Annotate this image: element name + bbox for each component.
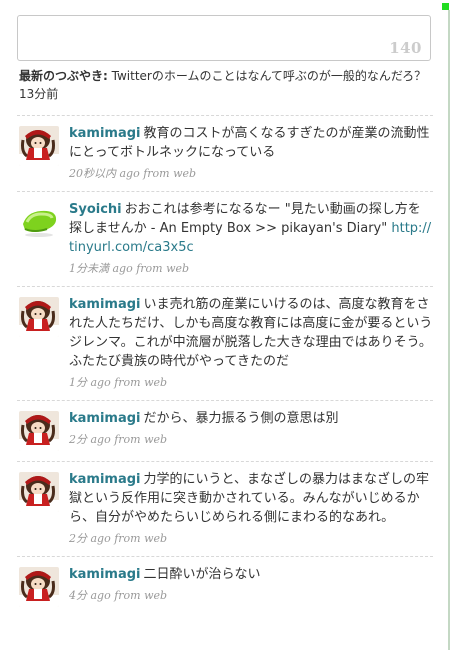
tweet-source: from web xyxy=(143,167,197,180)
tweet-item: kamimagi だから、暴力振るう側の意思は別 2分 ago from web xyxy=(17,400,433,461)
user-avatar-doll[interactable] xyxy=(19,411,59,451)
tweet-body: kamimagi 教育のコストが高くなるすぎたのが産業の流動性にとってボトルネック… xyxy=(69,124,433,162)
latest-status-time[interactable]: 13分前 xyxy=(19,87,58,101)
tweet-input[interactable]: 140 xyxy=(17,15,431,61)
tweet-body: kamimagi だから、暴力振るう側の意思は別 xyxy=(69,409,433,428)
user-avatar-green[interactable] xyxy=(19,202,59,242)
tweet-text: だから、暴力振るう側の意思は別 xyxy=(143,411,339,426)
tweet-source: from web xyxy=(114,532,168,545)
tweet-source: from web xyxy=(114,433,168,446)
screen-name-link[interactable]: Syoichi xyxy=(69,202,122,217)
latest-status-text: Twitterのホームのことはなんて呼ぶのが一般的なんだろ？ xyxy=(111,69,427,83)
tweet-body: kamimagi 二日酔いが治らない xyxy=(69,565,433,584)
screen-name-link[interactable]: kamimagi xyxy=(69,411,141,426)
status-marker xyxy=(442,3,449,10)
tweet-meta: 2分 ago from web xyxy=(69,431,433,447)
user-avatar-doll[interactable] xyxy=(19,567,59,607)
screen-name-link[interactable]: kamimagi xyxy=(69,472,141,487)
tweet-meta: 1分 ago from web xyxy=(69,374,433,390)
screen-name-link[interactable]: kamimagi xyxy=(69,297,141,312)
user-avatar-doll[interactable] xyxy=(19,297,59,337)
screen-name-link[interactable]: kamimagi xyxy=(69,567,141,582)
character-counter: 140 xyxy=(389,39,422,57)
latest-status: 最新のつぶやき: Twitterのホームのことはなんて呼ぶのが一般的なんだろ？ … xyxy=(19,67,431,103)
tweet-source: from web xyxy=(114,589,168,602)
tweet-meta: 2分 ago from web xyxy=(69,530,433,546)
tweet-timestamp[interactable]: 4分 ago xyxy=(69,589,111,602)
latest-status-label: 最新のつぶやき: xyxy=(19,69,108,83)
tweet-timestamp[interactable]: 1分未満 ago xyxy=(69,262,133,275)
tweet-timestamp[interactable]: 2分 ago xyxy=(69,532,111,545)
tweet-item: kamimagi 力学的にいうと、まなざしの暴力はまなざしの牢獄という反作用に突き… xyxy=(17,461,433,556)
timeline: kamimagi 教育のコストが高くなるすぎたのが産業の流動性にとってボトルネック… xyxy=(17,115,433,617)
tweet-item: Syoichi おおこれは参考になるなー "見たい動画の探し方を探しませんか - … xyxy=(17,191,433,286)
tweet-timestamp[interactable]: 20秒以内 ago xyxy=(69,167,140,180)
tweet-meta: 20秒以内 ago from web xyxy=(69,165,433,181)
tweet-source: from web xyxy=(136,262,190,275)
scrollbar-track[interactable] xyxy=(448,10,450,650)
tweet-body: Syoichi おおこれは参考になるなー "見たい動画の探し方を探しませんか - … xyxy=(69,200,433,257)
user-avatar-doll[interactable] xyxy=(19,126,59,166)
tweet-meta: 4分 ago from web xyxy=(69,587,433,603)
user-avatar-doll[interactable] xyxy=(19,472,59,512)
tweet-body: kamimagi 力学的にいうと、まなざしの暴力はまなざしの牢獄という反作用に突き… xyxy=(69,470,433,527)
tweet-item: kamimagi 二日酔いが治らない 4分 ago from web xyxy=(17,556,433,617)
tweet-source: from web xyxy=(114,376,168,389)
tweet-meta: 1分未満 ago from web xyxy=(69,260,433,276)
tweet-timestamp[interactable]: 2分 ago xyxy=(69,433,111,446)
screen-name-link[interactable]: kamimagi xyxy=(69,126,141,141)
tweet-item: kamimagi 教育のコストが高くなるすぎたのが産業の流動性にとってボトルネック… xyxy=(17,115,433,191)
tweet-text: 二日酔いが治らない xyxy=(143,567,261,582)
tweet-body: kamimagi いま売れ筋の産業にいけるのは、高度な教育をされた人たちだけ、しか… xyxy=(69,295,433,371)
tweet-item: kamimagi いま売れ筋の産業にいけるのは、高度な教育をされた人たちだけ、しか… xyxy=(17,286,433,400)
tweet-timestamp[interactable]: 1分 ago xyxy=(69,376,111,389)
